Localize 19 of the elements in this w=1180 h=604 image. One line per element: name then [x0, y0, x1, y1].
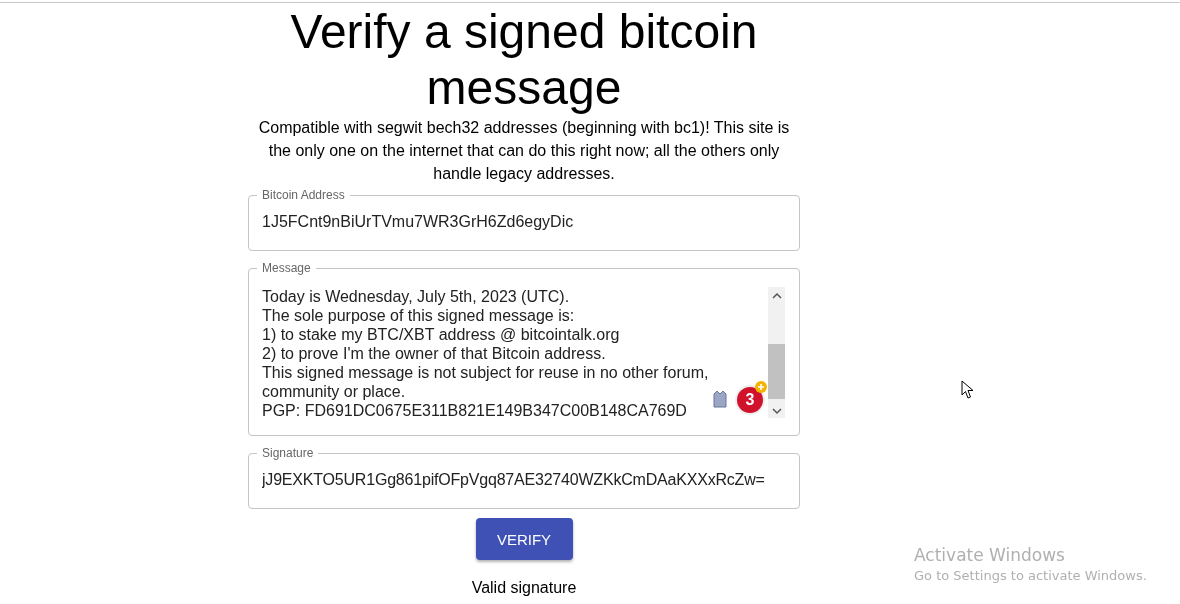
result-text: Valid signature [471, 579, 577, 597]
activation-title: Activate Windows [914, 544, 1066, 566]
shirt-icon[interactable] [713, 390, 727, 408]
field-label: Message [257, 261, 316, 275]
extension-badge[interactable]: 3 [735, 385, 765, 415]
field-label: Bitcoin Address [257, 188, 350, 202]
text-input[interactable]: jJ9EXKTO5UR1Gg861pifOFpVgq87AE32740WZKkCmDAaKXXxRcZw= [249, 470, 789, 490]
page-title: Verify a signed bitcoin message [289, 4, 759, 116]
field-label: Signature [257, 446, 319, 460]
plus-icon [755, 381, 767, 393]
cursor-icon [961, 380, 975, 400]
verify-button[interactable]: VERIFY [475, 518, 573, 560]
scroll-up-icon[interactable] [771, 292, 782, 300]
activation-text: Go to Settings to activate Windows. [914, 567, 1147, 585]
text-input[interactable]: 1J5FCnt9nBiUrTVmu7WR3GrH6Zd6egyDic [249, 212, 789, 232]
intro-text: Compatible with segwit bech32 addresses (beginning with bc1)! This site is the only one on the internet that can do this right now; all the others only handle legacy addresses. [257, 118, 791, 184]
scroll-down-icon[interactable] [771, 407, 782, 415]
message-input[interactable]: Today is Wednesday, July 5th, 2023 (UTC). The sole purpose of this signed message is: 1) to stake my BTC/XBT address @ bitcointalk.org 2) to prove I'm the owner of that Bitcoin address. This signed message is not subject for reuse in no other forum, community or place. PGP: FD691DC0675E311B821E149B347C00B148CA769D [249, 287, 719, 420]
scrollbar[interactable] [768, 287, 785, 418]
